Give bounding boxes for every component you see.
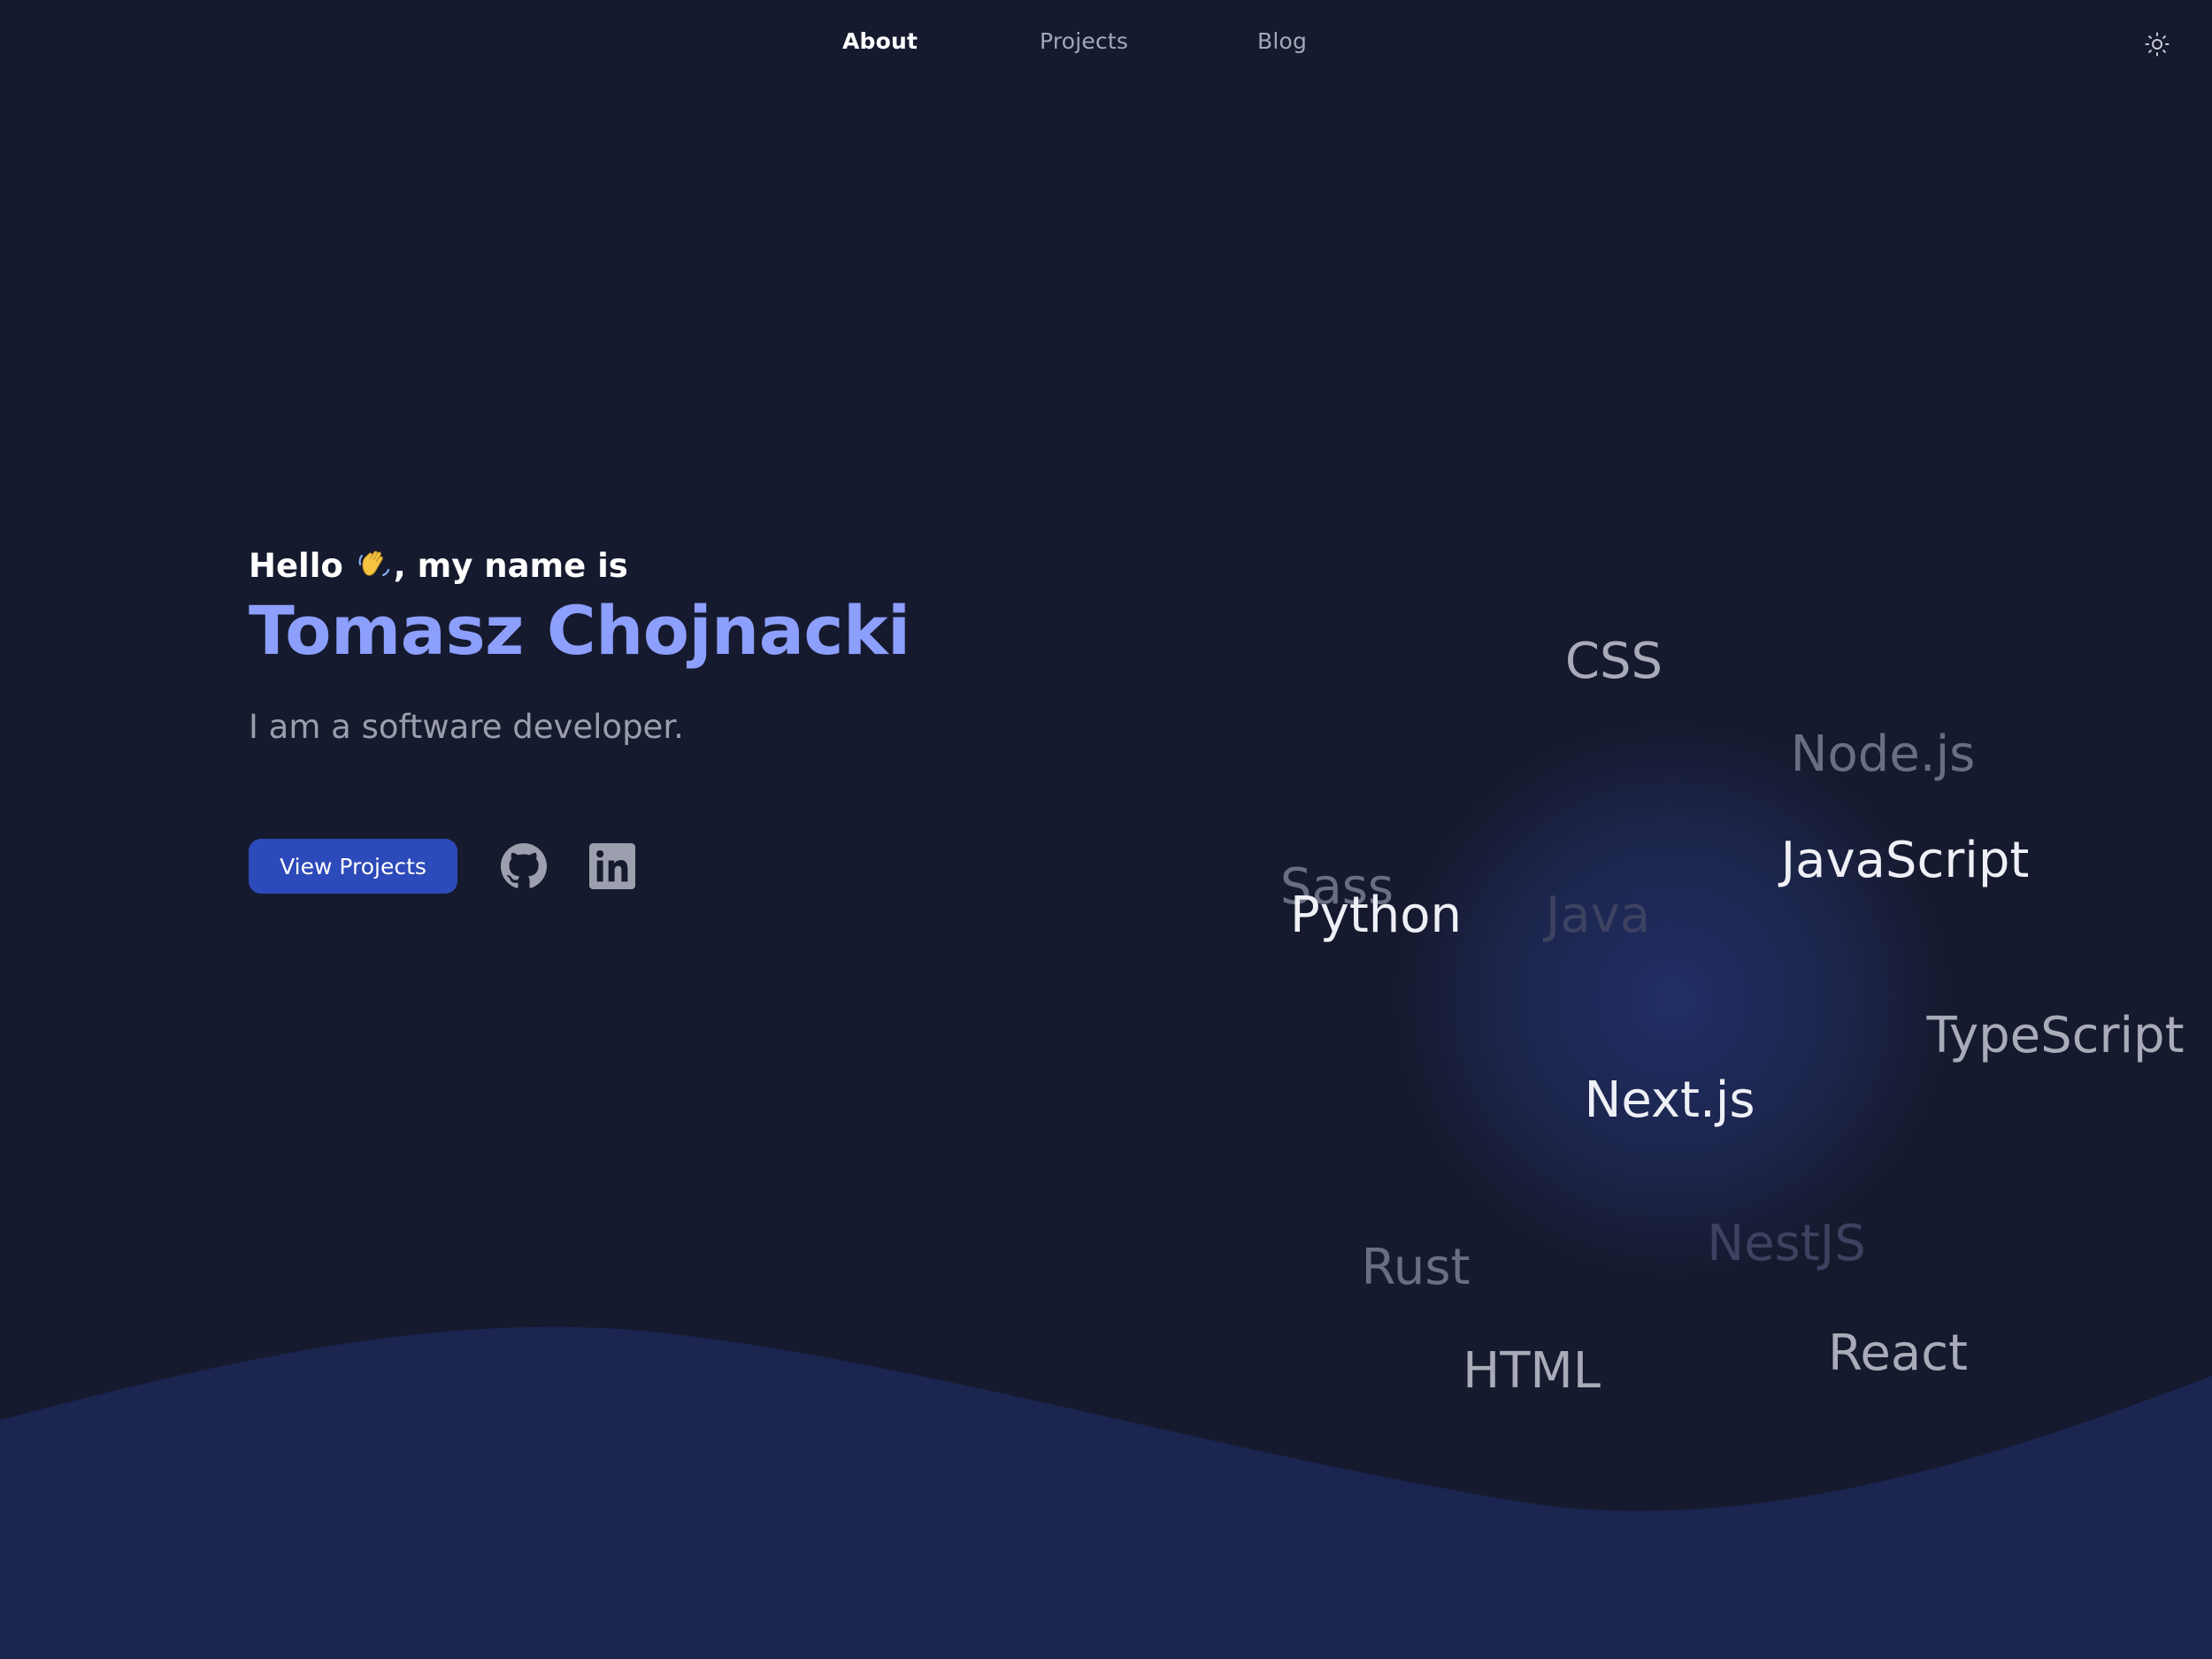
tag-typescript[interactable]: TypeScript (1926, 1011, 2184, 1061)
tag-java[interactable]: Java (1546, 891, 1650, 941)
nav-link-about[interactable]: About (842, 28, 918, 54)
nav-link-projects[interactable]: Projects (1040, 28, 1128, 54)
hero-subtitle: I am a software developer. (249, 708, 684, 746)
view-projects-button[interactable]: View Projects (249, 839, 457, 894)
tag-html[interactable]: HTML (1463, 1347, 1601, 1396)
tag-nestjs[interactable]: NestJS (1707, 1219, 1866, 1269)
github-icon (501, 843, 547, 888)
tag-javascript[interactable]: JavaScript (1781, 836, 2030, 886)
tag-css[interactable]: CSS (1565, 637, 1663, 687)
greeting-text: Hello , my name is (249, 547, 628, 590)
linkedin-link[interactable] (588, 842, 636, 890)
nav-link-blog[interactable]: Blog (1257, 28, 1307, 54)
tag-nextjs[interactable]: Next.js (1585, 1076, 1755, 1125)
tag-nodejs[interactable]: Node.js (1791, 730, 1976, 780)
greeting-suffix: , my name is (393, 547, 628, 585)
theme-toggle-button[interactable] (2139, 27, 2175, 62)
sphere-glow (1389, 717, 1955, 1283)
github-link[interactable] (500, 842, 548, 890)
tag-react[interactable]: React (1828, 1329, 1968, 1379)
tag-rust[interactable]: Rust (1361, 1243, 1470, 1293)
linkedin-icon (589, 843, 635, 889)
greeting-prefix: Hello (249, 547, 343, 585)
sun-icon (2145, 32, 2170, 57)
tag-python[interactable]: Python (1290, 891, 1462, 941)
hero-name: Tomasz Chojnacki (249, 591, 910, 670)
waving-hand-icon (357, 547, 392, 590)
